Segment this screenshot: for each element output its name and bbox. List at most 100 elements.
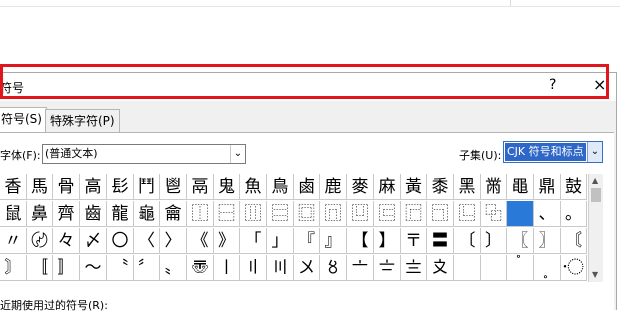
symbol-cell[interactable]: 「 [240,228,267,254]
symbol-cell[interactable]: 〬 [507,255,534,281]
symbol-cell[interactable]: 々 [53,228,80,254]
symbol-cell[interactable]: ⿳ [267,201,294,227]
symbol-cell[interactable]: 〘 [561,228,587,254]
symbol-cell[interactable]: 〤 [294,255,320,281]
symbol-cell[interactable]: ⿰ [187,201,214,227]
tab-special-characters[interactable]: 特殊字符(P) [45,109,120,133]
scroll-down-icon[interactable]: ▼ [592,270,598,279]
symbol-cell[interactable]: ⿴ [294,201,320,227]
symbol-cell[interactable]: 齒 [80,201,107,227]
symbol-cell[interactable]: 〥 [320,255,347,281]
symbol-cell[interactable]: 〞 [134,255,160,281]
symbol-cell[interactable]: ⿷ [374,201,401,227]
symbol-cell[interactable]: 龍 [107,201,134,227]
symbol-cell[interactable]: ⿶ [347,201,374,227]
symbol-cell[interactable]: 鼻 [27,201,53,227]
symbol-cell[interactable]: 〒 [401,228,427,254]
symbol-cell[interactable]: 〝 [107,255,134,281]
symbol-cell[interactable]: ⿺ [454,201,481,227]
symbol-cell[interactable]: 〔 [454,228,481,254]
symbol-cell[interactable]: ⿵ [320,201,347,227]
symbol-cell[interactable]: 〛 [53,255,80,281]
scroll-thumb[interactable] [591,188,601,202]
symbol-cell[interactable]: 〩 [427,255,454,281]
symbol-cell[interactable]: 龠 [160,201,187,227]
symbol-cell[interactable]: 魚 [240,174,267,200]
symbol-cell[interactable]: 〠 [187,255,214,281]
symbol-cell[interactable]: 《 [187,228,214,254]
symbol-cell[interactable]: 〇 [107,228,134,254]
symbol-cell[interactable]: ⿻ [481,201,507,227]
symbol-cell[interactable]: 黃 [401,174,427,200]
symbol-cell[interactable]: ⿱ [214,201,240,227]
symbol-cell[interactable]: 】 [374,228,401,254]
symbol-cell[interactable]: 〕 [481,228,507,254]
symbol-cell[interactable]: 〖 [507,228,534,254]
symbol-cell[interactable]: 》 [214,228,240,254]
symbol-cell[interactable]: 高 [80,174,107,200]
symbol-cell[interactable]: 」 [267,228,294,254]
symbol-cell[interactable]: 〫 [481,255,507,281]
symbol-cell[interactable]: 黑 [454,174,481,200]
symbol-cell[interactable]: 〣 [267,255,294,281]
symbol-cell[interactable]: 〗 [534,228,561,254]
symbol-cell[interactable]: 〚 [27,255,53,281]
symbol-cell[interactable]: 鳥 [267,174,294,200]
symbol-cell[interactable]: 鹵 [294,174,320,200]
symbol-cell[interactable]: 〢 [240,255,267,281]
red-highlight-box [0,64,609,99]
symbol-cell[interactable]: 『 [294,228,320,254]
symbol-cell[interactable]: 〜 [80,255,107,281]
symbol-cell[interactable] [507,201,534,227]
symbol-cell[interactable]: 〓 [427,228,454,254]
font-dropdown[interactable]: (普通文本) ⌄ [42,144,246,164]
symbol-cell[interactable]: 〉 [160,228,187,254]
font-value: (普通文本) [45,147,98,160]
symbol-cell[interactable]: 黍 [427,174,454,200]
symbol-cell[interactable]: 齊 [53,201,80,227]
symbol-cell[interactable]: 髟 [107,174,134,200]
chevron-down-icon[interactable]: ⌄ [587,142,602,162]
symbol-cell[interactable]: 〃 [0,228,27,254]
symbol-cell[interactable]: 〪 [454,255,481,281]
symbol-cell[interactable]: 龜 [134,201,160,227]
symbol-cell[interactable]: 鬲 [187,174,214,200]
symbol-cell[interactable]: 鼠 [0,201,27,227]
symbol-cell[interactable]: 骨 [53,174,80,200]
symbol-cell[interactable]: 馬 [27,174,53,200]
symbol-cell[interactable]: ⿹ [427,201,454,227]
symbol-cell[interactable]: 鼎 [534,174,561,200]
symbol-cell[interactable]: 〭 [534,255,561,281]
chevron-down-icon[interactable]: ⌄ [230,145,245,163]
symbol-cell[interactable]: 〨 [401,255,427,281]
symbol-cell[interactable]: 〈 [134,228,160,254]
symbol-cell[interactable]: 黹 [481,174,507,200]
grid-scrollbar[interactable]: ▲ ▼ [588,174,603,282]
symbol-cell[interactable]: 〡 [214,255,240,281]
symbol-cell[interactable]: 。 [561,201,587,227]
symbol-cell[interactable]: 麻 [374,174,401,200]
symbol-cell[interactable]: 、 [534,201,561,227]
symbol-cell[interactable]: 〙 [0,255,27,281]
symbol-cell[interactable]: 〟 [160,255,187,281]
symbol-cell[interactable]: 〮 [561,255,587,281]
symbol-cell[interactable]: 〆 [80,228,107,254]
symbol-cell[interactable]: 鬼 [214,174,240,200]
symbol-cell[interactable]: 鼓 [561,174,587,200]
scroll-up-icon[interactable]: ▲ [592,176,598,185]
symbol-cell[interactable]: 黽 [507,174,534,200]
symbol-cell[interactable]: 〧 [374,255,401,281]
symbol-cell[interactable]: ⿲ [240,201,267,227]
symbol-cell[interactable]: 鬥 [134,174,160,200]
symbol-cell[interactable]: 鹿 [320,174,347,200]
symbol-cell[interactable]: ⿸ [401,201,427,227]
symbol-cell[interactable]: 〄 [27,228,53,254]
symbol-cell[interactable]: 鬯 [160,174,187,200]
symbol-cell[interactable]: 香 [0,174,27,200]
symbol-cell[interactable]: 』 [320,228,347,254]
subset-dropdown[interactable]: CJK 符号和标点 ⌄ [503,141,603,163]
symbol-cell[interactable]: 〦 [347,255,374,281]
symbol-cell[interactable]: 【 [347,228,374,254]
symbol-cell[interactable]: 麥 [347,174,374,200]
tab-symbols[interactable]: 符号(S) [0,107,47,134]
